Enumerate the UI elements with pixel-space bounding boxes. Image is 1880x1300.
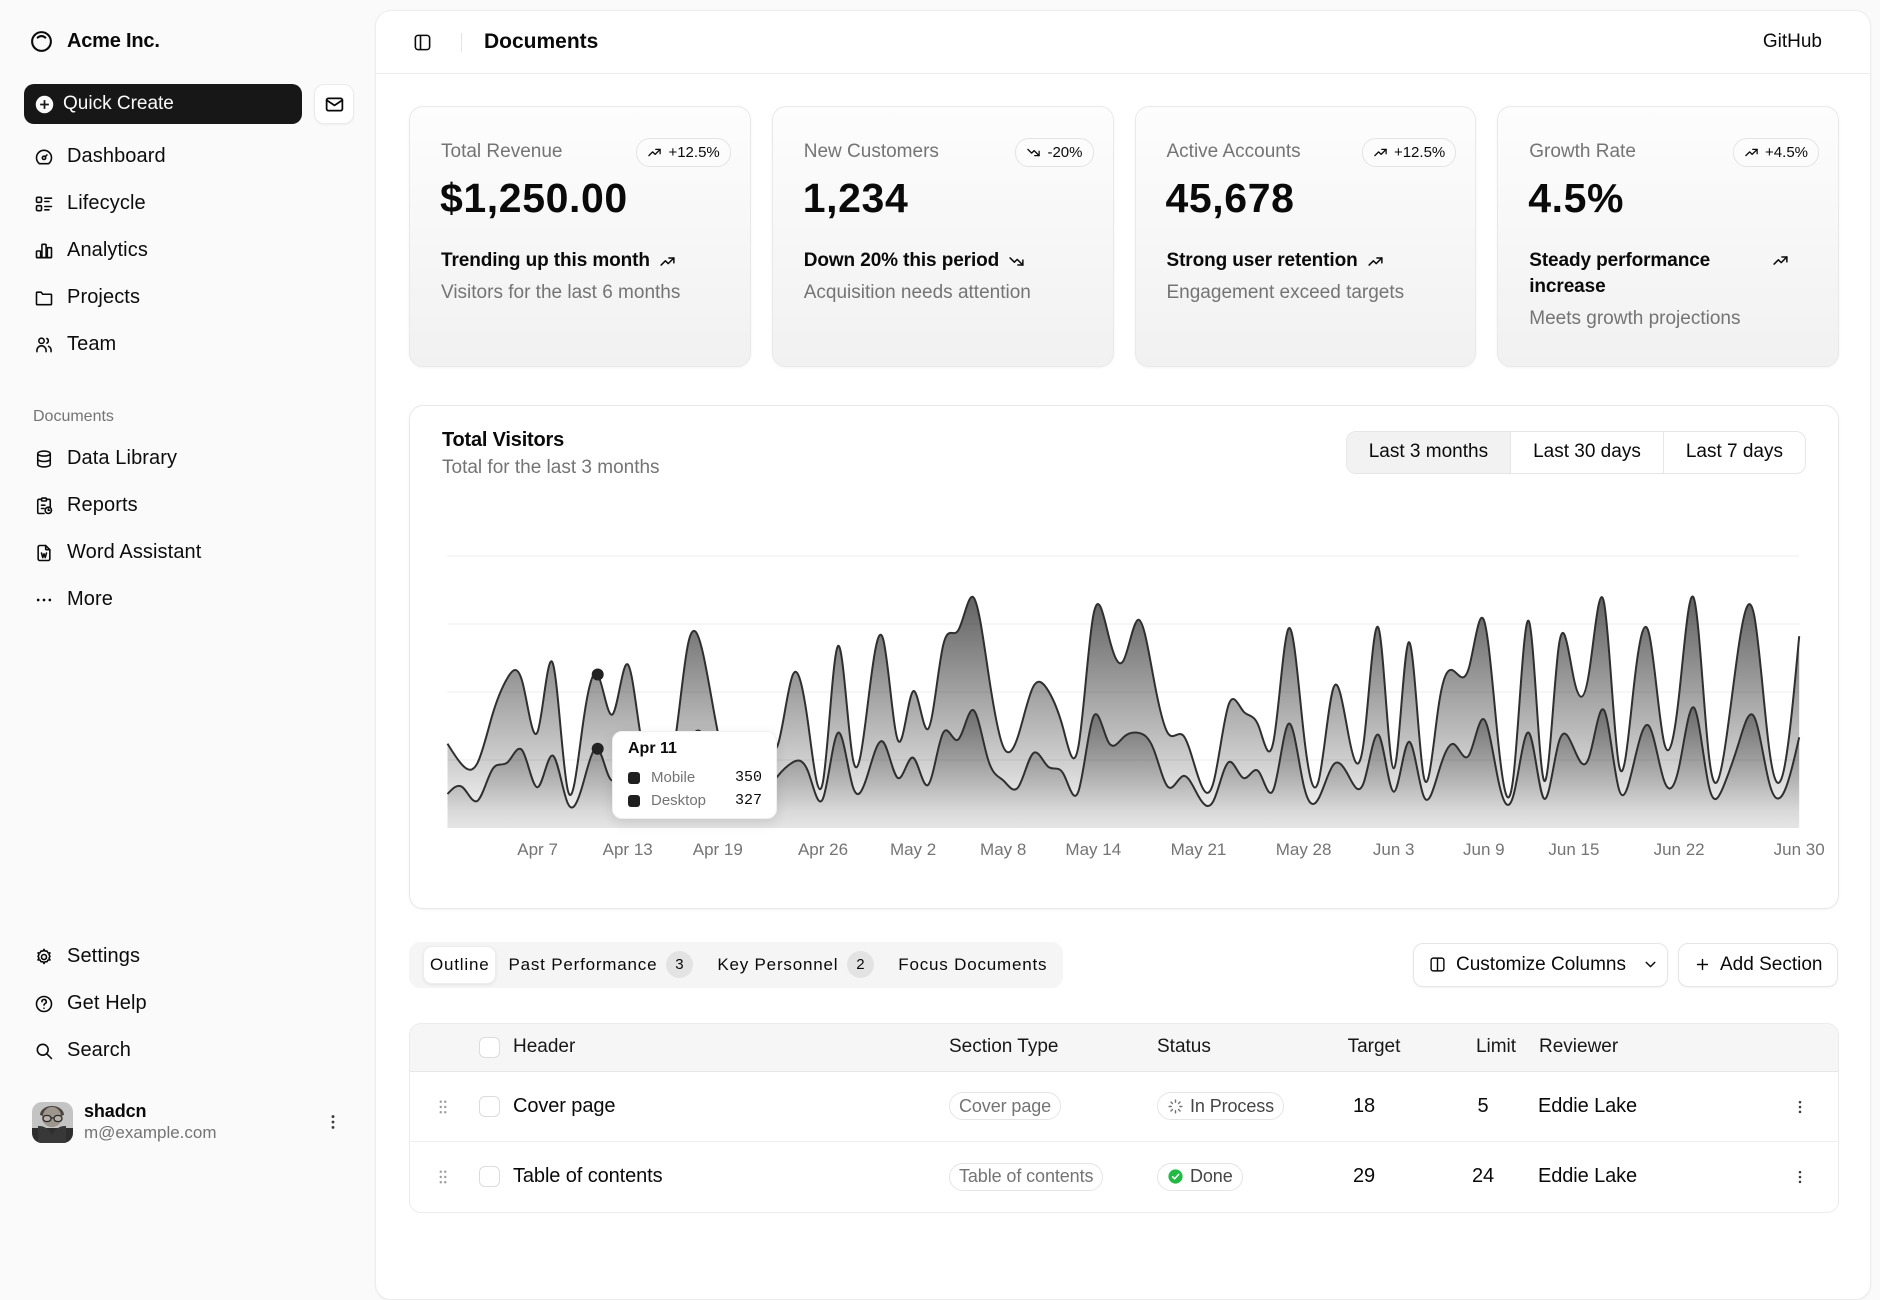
svg-text:Jun 22: Jun 22 [1654,840,1705,859]
svg-text:Apr 26: Apr 26 [798,840,848,859]
svg-text:May 21: May 21 [1171,840,1227,859]
svg-text:May 14: May 14 [1065,840,1121,859]
svg-text:May 8: May 8 [980,840,1026,859]
svg-text:Apr 13: Apr 13 [603,840,653,859]
svg-text:May 28: May 28 [1276,840,1332,859]
svg-text:Jun 3: Jun 3 [1373,840,1415,859]
svg-text:Apr 19: Apr 19 [693,840,743,859]
svg-text:Jun 15: Jun 15 [1548,840,1599,859]
svg-text:May 2: May 2 [890,840,936,859]
svg-text:Apr 7: Apr 7 [517,840,558,859]
svg-text:Jun 30: Jun 30 [1774,840,1825,859]
svg-text:Jun 9: Jun 9 [1463,840,1505,859]
